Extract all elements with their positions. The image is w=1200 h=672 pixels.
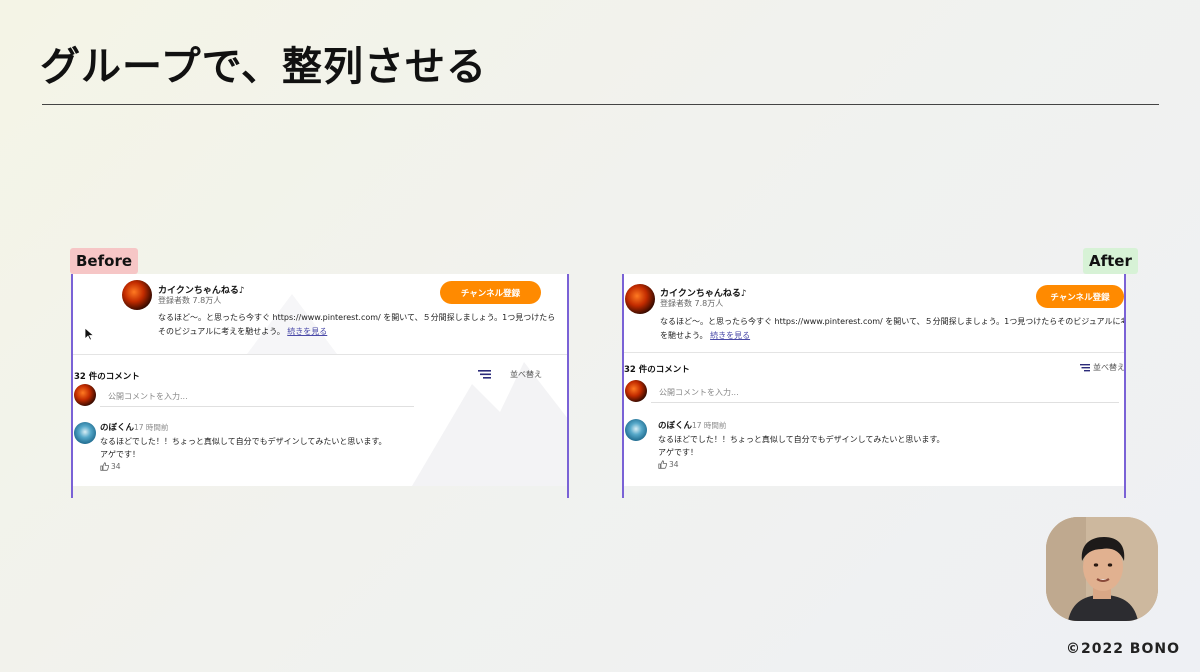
sort-icon[interactable]	[478, 370, 491, 379]
comment-text: アゲです！	[100, 450, 140, 459]
description-text: を馳せよう。	[660, 331, 708, 340]
alignment-guide-right	[1124, 274, 1126, 498]
commenter-avatar[interactable]	[625, 419, 647, 441]
subscribe-button[interactable]: チャンネル登録	[440, 281, 541, 304]
comment-author[interactable]: のぼくん	[658, 419, 692, 431]
description-text: なるほど〜。と思ったら今すぐ https://www.pinterest.com…	[660, 317, 1125, 326]
thumbs-up-icon[interactable]	[658, 460, 667, 469]
video-description: なるほど〜。と思ったら今すぐ https://www.pinterest.com…	[158, 311, 558, 339]
comment-text: なるほどでした！！ちょっと真似して自分でもデザインしてみたいと思います。	[100, 437, 387, 446]
subscriber-count: 登録者数 7.8万人	[660, 299, 724, 308]
title-divider	[42, 104, 1159, 105]
copyright-text: ©2022 BONO	[1065, 641, 1180, 657]
alignment-guide-right	[567, 274, 569, 498]
before-panel: カイクンちゃんねる♪ 登録者数 7.8万人 チャンネル登録 なるほど〜。と思った…	[72, 274, 568, 486]
user-avatar	[74, 384, 96, 406]
comment-timestamp: 17 時間前	[134, 423, 169, 432]
like-count: 34	[669, 460, 679, 469]
section-divider	[623, 352, 1125, 353]
subscribe-button[interactable]: チャンネル登録	[1036, 285, 1124, 308]
sort-button[interactable]: 並べ替え	[1093, 362, 1125, 373]
like-count: 34	[111, 462, 121, 471]
comment-input[interactable]	[100, 390, 414, 407]
thumbs-up-icon[interactable]	[100, 462, 109, 471]
slide-title: グループで、整列させる	[40, 44, 487, 90]
subscriber-count: 登録者数 7.8万人	[158, 296, 222, 305]
after-label: After	[1083, 248, 1138, 274]
video-description: なるほど〜。と思ったら今すぐ https://www.pinterest.com…	[660, 315, 1125, 343]
comment-author[interactable]: のぼくん	[100, 421, 134, 433]
user-avatar	[625, 380, 647, 402]
description-text: なるほど〜。と思ったら今すぐ https://www.pinterest.com…	[158, 313, 556, 322]
sort-button[interactable]: 並べ替え	[510, 369, 542, 380]
comment-count: 32 件のコメント	[624, 365, 690, 375]
channel-avatar[interactable]	[122, 280, 152, 310]
comment-text: なるほどでした！！ちょっと真似して自分でもデザインしてみたいと思います。	[658, 435, 945, 444]
mouse-cursor-icon	[85, 328, 94, 341]
show-more-link[interactable]: 続きを見る	[287, 327, 327, 336]
after-panel: カイクンちゃんねる♪ 登録者数 7.8万人 チャンネル登録 なるほど〜。と思った…	[623, 274, 1125, 486]
commenter-avatar[interactable]	[74, 422, 96, 444]
comment-count: 32 件のコメント	[74, 372, 140, 382]
section-divider	[72, 354, 568, 355]
presenter-silhouette	[1046, 517, 1158, 621]
comment-timestamp: 17 時間前	[692, 421, 727, 430]
show-more-link[interactable]: 続きを見る	[710, 331, 750, 340]
alignment-guide-left	[71, 274, 73, 498]
comment-text: アゲです！	[658, 448, 698, 457]
comment-input[interactable]	[651, 386, 1119, 403]
alignment-guide-left	[622, 274, 624, 498]
presenter-webcam	[1046, 517, 1158, 621]
channel-avatar[interactable]	[625, 284, 655, 314]
before-label: Before	[70, 248, 139, 274]
sort-icon[interactable]	[1080, 364, 1090, 372]
description-text: そのビジュアルに考えを馳せよう。	[158, 327, 285, 336]
